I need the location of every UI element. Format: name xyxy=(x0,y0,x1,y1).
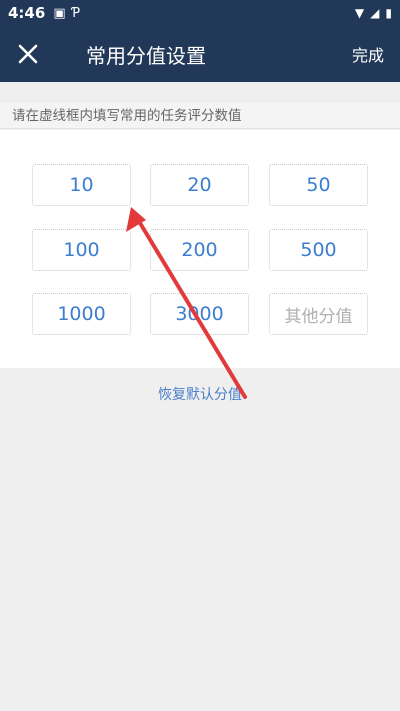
battery-icon: ▮ xyxy=(385,6,392,20)
status-icons: ▼ ◢ ▮ xyxy=(355,6,392,20)
score-input-20[interactable]: 20 xyxy=(150,164,249,206)
score-input-100[interactable]: 100 xyxy=(32,229,131,271)
score-input-200[interactable]: 200 xyxy=(150,229,249,271)
app-bar: 常用分值设置 完成 xyxy=(0,26,400,82)
score-values-panel: 10 20 50 100 200 500 1000 3000 其他分值 xyxy=(0,130,400,368)
other-score-input[interactable]: 其他分值 xyxy=(269,293,368,335)
close-button[interactable] xyxy=(0,26,56,82)
page-title: 常用分值设置 xyxy=(86,43,206,68)
app-notification-icon: Ƥ xyxy=(71,5,81,21)
status-time: 4:46 xyxy=(8,4,46,22)
wifi-icon: ▼ xyxy=(354,6,365,20)
close-icon xyxy=(18,44,38,64)
score-input-3000[interactable]: 3000 xyxy=(150,293,249,335)
score-input-1000[interactable]: 1000 xyxy=(32,293,131,335)
restore-defaults-link[interactable]: 恢复默认分值 xyxy=(0,384,400,404)
done-button[interactable]: 完成 xyxy=(352,42,384,66)
score-input-50[interactable]: 50 xyxy=(269,164,368,206)
score-input-10[interactable]: 10 xyxy=(32,164,131,206)
signal-icon: ◢ xyxy=(370,6,380,20)
instruction-text: 请在虚线框内填写常用的任务评分数值 xyxy=(0,103,400,129)
image-notification-icon: ▣ xyxy=(53,5,66,21)
score-input-500[interactable]: 500 xyxy=(269,229,368,271)
status-bar: 4:46 ▣ Ƥ ▼ ◢ ▮ xyxy=(0,0,400,26)
